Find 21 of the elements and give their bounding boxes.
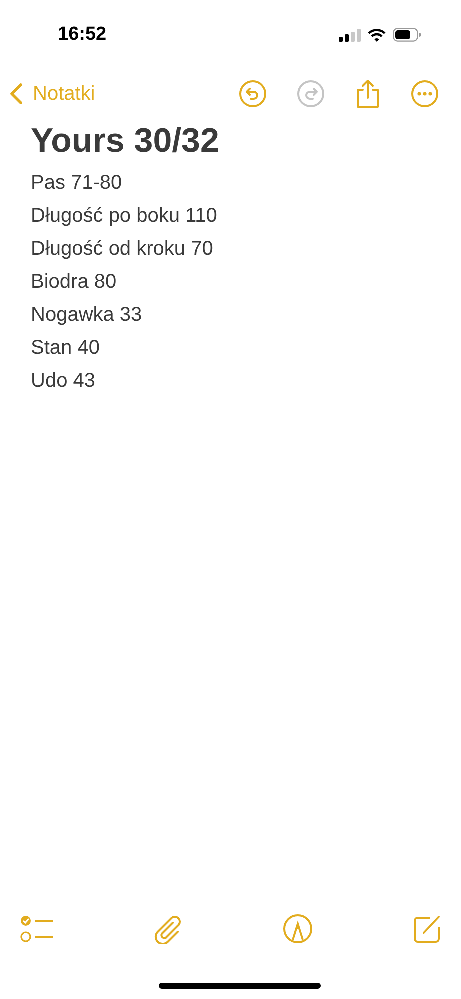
compose-icon[interactable]: [412, 914, 442, 944]
wifi-icon: [368, 28, 386, 42]
note-title: Yours 30/32: [31, 122, 220, 161]
back-button[interactable]: Notatki: [10, 82, 96, 106]
note-line: Pas 71-80: [31, 171, 124, 196]
paperclip-icon[interactable]: [153, 914, 184, 944]
checklist-icon[interactable]: [20, 915, 54, 943]
share-icon[interactable]: [355, 79, 381, 109]
status-time: 16:52: [58, 24, 107, 46]
chevron-left-icon: [10, 83, 23, 105]
pen-tip-icon[interactable]: [282, 914, 313, 944]
note-line: Nogawka 33: [31, 303, 144, 328]
note-line: Udo 43: [31, 369, 96, 394]
more-icon[interactable]: [411, 80, 439, 108]
undo-icon[interactable]: [239, 80, 267, 108]
battery-icon: [393, 28, 421, 42]
note-line: Długość od kroku 70: [31, 237, 214, 262]
note-line: Biodra 80: [31, 270, 118, 295]
note-line: Stan 40: [31, 336, 101, 361]
note-line: Długość po boku 110: [31, 204, 218, 229]
signal-icon: [339, 28, 361, 42]
